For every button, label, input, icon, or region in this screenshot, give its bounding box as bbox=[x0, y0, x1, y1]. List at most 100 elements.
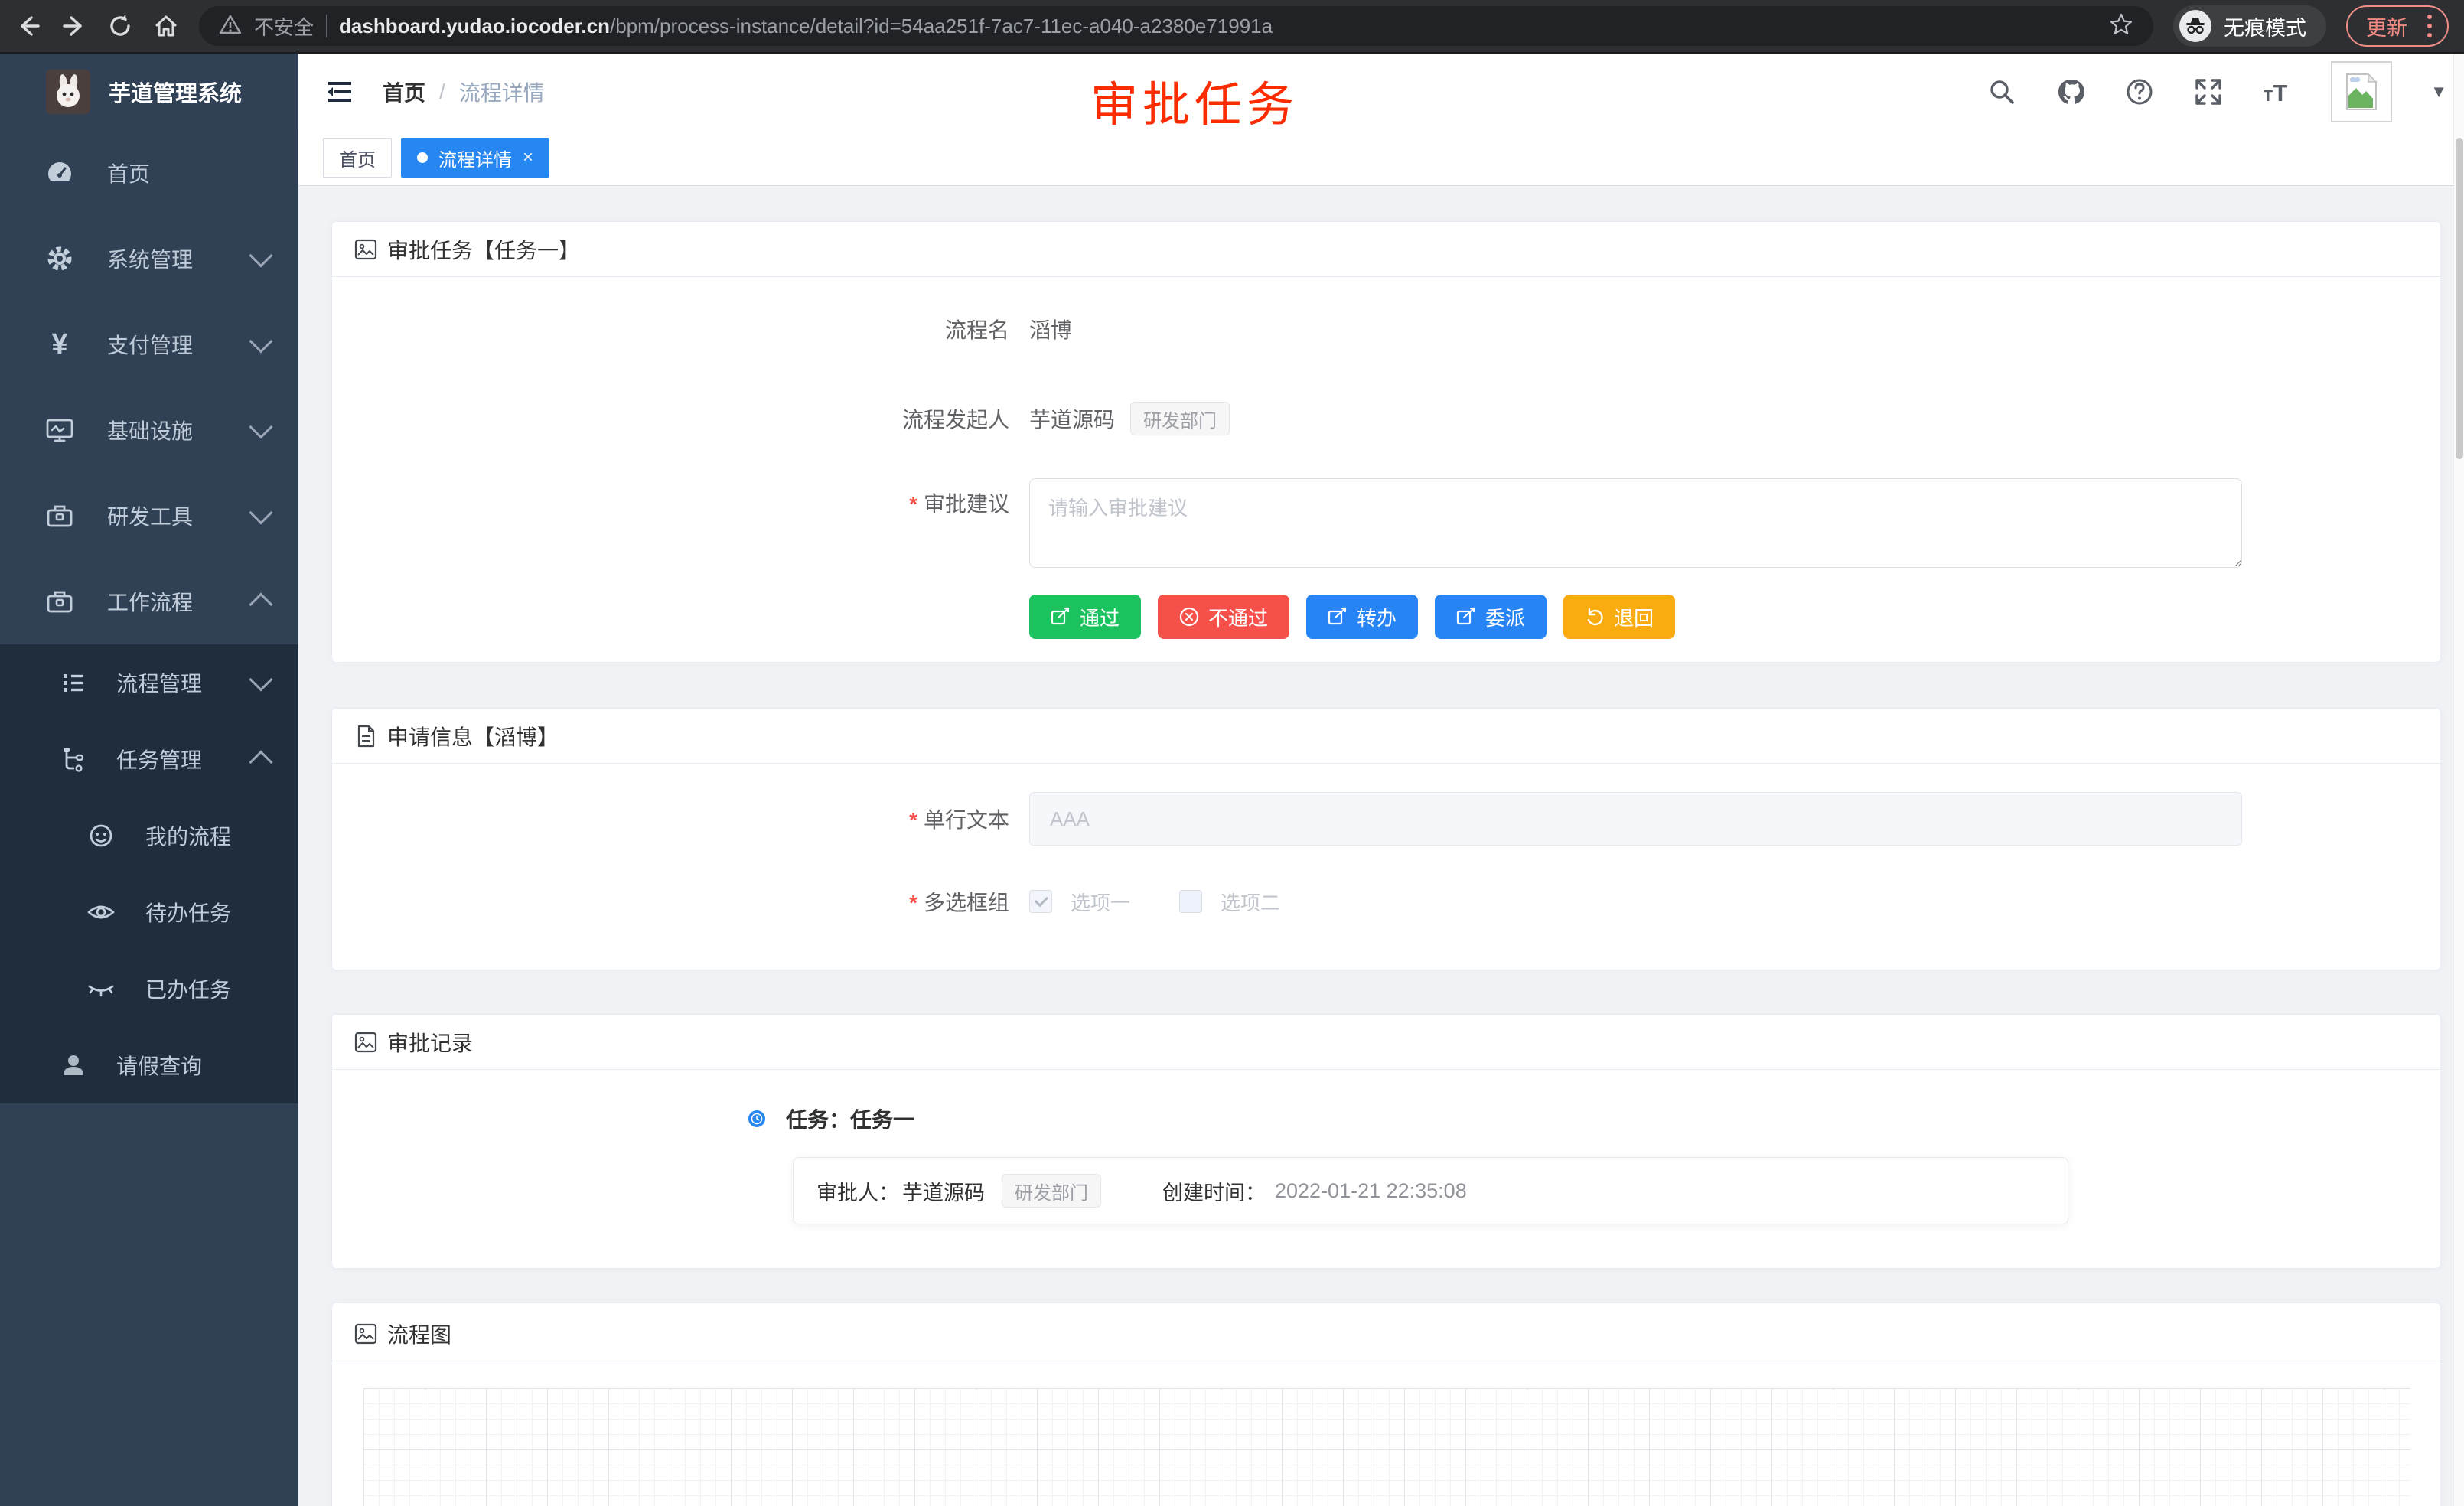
process-diagram-card: 流程图 bbox=[331, 1302, 2441, 1506]
chevron-down-icon bbox=[249, 329, 272, 353]
checkbox-option1[interactable] bbox=[1029, 890, 1052, 913]
initiator-name: 芋道源码 bbox=[1029, 403, 1115, 434]
sidebar-item-my-process[interactable]: 我的流程 bbox=[0, 797, 298, 874]
comment-textarea[interactable] bbox=[1029, 478, 2242, 568]
task-title: 任务：任务一 bbox=[786, 1103, 914, 1134]
reject-button[interactable]: 不通过 bbox=[1158, 595, 1289, 639]
url-text[interactable]: dashboard.yudao.iocoder.cn/bpm/process-i… bbox=[339, 15, 1273, 38]
single-text-label: *单行文本 bbox=[332, 804, 1009, 834]
sidebar-item-done-tasks[interactable]: 已办任务 bbox=[0, 950, 298, 1027]
close-icon[interactable]: × bbox=[523, 148, 533, 167]
button-label: 转办 bbox=[1357, 603, 1397, 631]
tree-icon bbox=[58, 744, 89, 774]
sidebar-item-payment[interactable]: ¥ 支付管理 bbox=[0, 302, 298, 387]
required-marker: * bbox=[909, 808, 917, 832]
sidebar-item-todo-tasks[interactable]: 待办任务 bbox=[0, 874, 298, 950]
approve-button[interactable]: 通过 bbox=[1029, 595, 1141, 639]
transfer-button[interactable]: 转办 bbox=[1306, 595, 1418, 639]
forward-icon[interactable] bbox=[61, 13, 87, 39]
initiator-row: 流程发起人 芋道源码 研发部门 bbox=[332, 393, 2440, 445]
font-size-icon[interactable]: TT bbox=[2262, 77, 2293, 107]
sidebar-collapse-icon[interactable] bbox=[324, 77, 355, 107]
avatar[interactable] bbox=[2331, 61, 2392, 122]
kebab-menu-icon[interactable] bbox=[2424, 11, 2435, 41]
back-icon[interactable] bbox=[15, 13, 41, 39]
browser-menu-update[interactable]: 更新 bbox=[2346, 5, 2449, 47]
circle-close-icon bbox=[1179, 607, 1199, 627]
process-name-label: 流程名 bbox=[332, 314, 1009, 344]
card-title: 申请信息【滔博】 bbox=[387, 721, 559, 751]
url-path: /bpm/process-instance/detail?id=54aa251f… bbox=[610, 15, 1273, 37]
help-icon[interactable] bbox=[2124, 77, 2155, 107]
created-time-label: 创建时间： bbox=[1162, 1176, 1266, 1206]
tag-process-detail[interactable]: 流程详情 × bbox=[401, 138, 549, 178]
card-title: 审批记录 bbox=[387, 1027, 473, 1058]
sidebar-item-dev-tools[interactable]: 研发工具 bbox=[0, 473, 298, 559]
tags-view-bar: 首页 流程详情 × bbox=[298, 130, 2464, 186]
tag-label: 首页 bbox=[339, 145, 376, 171]
sidebar-item-home[interactable]: 首页 bbox=[0, 130, 298, 216]
picture-icon bbox=[354, 1030, 378, 1055]
home-icon[interactable] bbox=[153, 13, 179, 39]
checkbox-option2[interactable] bbox=[1179, 890, 1202, 913]
undo-icon bbox=[1585, 607, 1605, 627]
document-icon bbox=[354, 724, 378, 748]
single-text-input[interactable] bbox=[1029, 792, 2242, 846]
not-secure-warning-icon[interactable] bbox=[219, 13, 242, 40]
breadcrumb-current: 流程详情 bbox=[459, 77, 545, 107]
sidebar-item-label: 工作流程 bbox=[107, 586, 193, 617]
card-header: 审批记录 bbox=[332, 1015, 2440, 1070]
sidebar-item-task-management[interactable]: 任务管理 bbox=[0, 721, 298, 797]
github-icon[interactable] bbox=[2055, 77, 2086, 107]
scrollbar-thumb[interactable] bbox=[2456, 138, 2463, 459]
card-title: 审批任务【任务一】 bbox=[387, 234, 580, 265]
logo-image bbox=[46, 70, 90, 114]
svg-text:T: T bbox=[2273, 80, 2288, 106]
browser-toolbar: 不安全 dashboard.yudao.iocoder.cn/bpm/proce… bbox=[0, 0, 2464, 54]
user-icon bbox=[58, 1050, 89, 1081]
breadcrumb-home[interactable]: 首页 bbox=[383, 77, 425, 107]
bookmark-star-icon[interactable] bbox=[2109, 12, 2133, 41]
sidebar-item-system[interactable]: 系统管理 bbox=[0, 216, 298, 302]
button-label: 退回 bbox=[1614, 603, 1654, 631]
sidebar-item-label: 待办任务 bbox=[145, 897, 231, 927]
card-body: *单行文本 *多选框组 选项一 选项二 bbox=[332, 764, 2440, 928]
sidebar-item-label: 首页 bbox=[107, 158, 150, 188]
update-label[interactable]: 更新 bbox=[2366, 11, 2407, 41]
chevron-down-icon bbox=[249, 415, 272, 438]
workflow-submenu: 流程管理 任务管理 我的流程 待办任务 bbox=[0, 644, 298, 1103]
sidebar-item-workflow[interactable]: 工作流程 bbox=[0, 559, 298, 644]
fullscreen-icon[interactable] bbox=[2193, 77, 2224, 107]
page-scrollbar[interactable] bbox=[2453, 54, 2464, 1506]
approval-task-card: 审批任务【任务一】 流程名 滔博 流程发起人 芋道源码 研发部门 bbox=[331, 221, 2441, 663]
monitor-icon bbox=[44, 415, 75, 445]
approver-label: 审批人： bbox=[816, 1176, 899, 1206]
sidebar-item-label: 研发工具 bbox=[107, 500, 193, 531]
approval-record-card: 审批记录 任务：任务一 审批人：芋道源码 研发部门 创建时间： 2022-01-… bbox=[331, 1014, 2441, 1269]
sidebar-item-label: 基础设施 bbox=[107, 415, 193, 445]
return-button[interactable]: 退回 bbox=[1563, 595, 1675, 639]
sidebar-item-leave-query[interactable]: 请假查询 bbox=[0, 1027, 298, 1103]
sidebar-item-process-management[interactable]: 流程管理 bbox=[0, 644, 298, 721]
delegate-button[interactable]: 委派 bbox=[1435, 595, 1547, 639]
sidebar-item-infrastructure[interactable]: 基础设施 bbox=[0, 387, 298, 473]
toolbox-icon bbox=[44, 500, 75, 531]
security-label[interactable]: 不安全 bbox=[254, 12, 314, 41]
avatar-caret-icon[interactable]: ▼ bbox=[2430, 82, 2447, 102]
sidebar-item-label: 流程管理 bbox=[116, 667, 202, 698]
checkbox-option1-label: 选项一 bbox=[1071, 888, 1130, 916]
bpmn-canvas[interactable] bbox=[363, 1388, 2410, 1506]
card-body: 任务：任务一 审批人：芋道源码 研发部门 创建时间： 2022-01-21 22… bbox=[332, 1070, 2440, 1269]
comment-row: *审批建议 bbox=[332, 478, 2440, 568]
button-label: 不通过 bbox=[1208, 603, 1268, 631]
gear-icon bbox=[44, 243, 75, 274]
reload-icon[interactable] bbox=[107, 13, 133, 39]
search-icon[interactable] bbox=[1987, 77, 2017, 107]
checkbox-group: 选项一 选项二 bbox=[1029, 888, 1280, 916]
app-title: 芋道管理系统 bbox=[109, 76, 242, 108]
tag-home[interactable]: 首页 bbox=[323, 138, 392, 178]
address-bar[interactable]: 不安全 dashboard.yudao.iocoder.cn/bpm/proce… bbox=[199, 6, 2153, 46]
sidebar-logo[interactable]: 芋道管理系统 bbox=[0, 54, 298, 130]
button-label: 通过 bbox=[1080, 603, 1120, 631]
picture-icon bbox=[354, 237, 378, 262]
